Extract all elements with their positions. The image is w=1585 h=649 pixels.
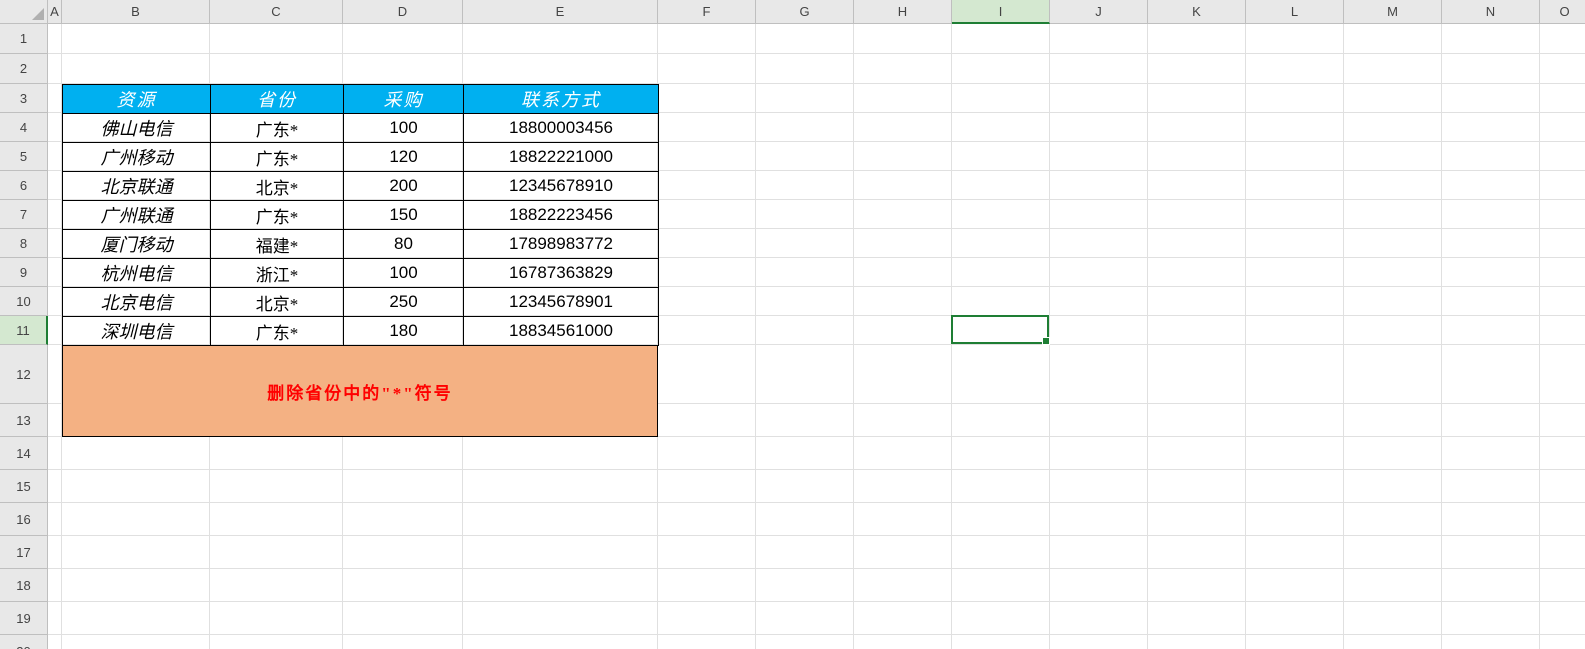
instruction-text: 删除省份中的"*"符号 [267, 379, 452, 404]
row-header-17[interactable]: 17 [0, 536, 48, 569]
table-header[interactable]: 采购 [344, 85, 464, 114]
table-row: 深圳电信广东*18018834561000 [63, 317, 659, 346]
grid-area[interactable]: 资源省份采购联系方式佛山电信广东*10018800003456广州移动广东*12… [48, 24, 1585, 649]
table-header[interactable]: 省份 [211, 85, 344, 114]
cell-qty[interactable]: 100 [344, 259, 464, 288]
cell-resource[interactable]: 北京联通 [63, 172, 211, 201]
cell-contact[interactable]: 12345678910 [464, 172, 659, 201]
table-header[interactable]: 联系方式 [464, 85, 659, 114]
cell-contact[interactable]: 17898983772 [464, 230, 659, 259]
row-header-14[interactable]: 14 [0, 437, 48, 470]
cell-resource[interactable]: 佛山电信 [63, 114, 211, 143]
cell-province[interactable]: 北京* [211, 172, 344, 201]
spreadsheet: ABCDEFGHIJKLMNO 123456789101112131415161… [0, 0, 1585, 649]
cell-contact[interactable]: 18822223456 [464, 201, 659, 230]
col-header-D[interactable]: D [343, 0, 463, 24]
col-header-A[interactable]: A [48, 0, 62, 24]
col-header-F[interactable]: F [658, 0, 756, 24]
row-header-4[interactable]: 4 [0, 113, 48, 142]
table-row: 杭州电信浙江*10016787363829 [63, 259, 659, 288]
cell-qty[interactable]: 150 [344, 201, 464, 230]
cell-qty[interactable]: 80 [344, 230, 464, 259]
cell-contact[interactable]: 12345678901 [464, 288, 659, 317]
data-table: 资源省份采购联系方式佛山电信广东*10018800003456广州移动广东*12… [62, 84, 659, 346]
row-header-20[interactable]: 20 [0, 635, 48, 649]
row-header-9[interactable]: 9 [0, 258, 48, 287]
col-header-L[interactable]: L [1246, 0, 1344, 24]
table-header[interactable]: 资源 [63, 85, 211, 114]
table-row: 厦门移动福建*8017898983772 [63, 230, 659, 259]
cell-province[interactable]: 浙江* [211, 259, 344, 288]
cell-contact[interactable]: 16787363829 [464, 259, 659, 288]
col-header-I[interactable]: I [952, 0, 1050, 24]
row-header-16[interactable]: 16 [0, 503, 48, 536]
cell-contact[interactable]: 18822221000 [464, 143, 659, 172]
col-header-E[interactable]: E [463, 0, 658, 24]
cell-contact[interactable]: 18800003456 [464, 114, 659, 143]
col-header-K[interactable]: K [1148, 0, 1246, 24]
row-header-15[interactable]: 15 [0, 470, 48, 503]
cell-province[interactable]: 广东* [211, 114, 344, 143]
col-header-J[interactable]: J [1050, 0, 1148, 24]
cell-resource[interactable]: 广州联通 [63, 201, 211, 230]
column-headers: ABCDEFGHIJKLMNO [48, 0, 1585, 24]
table-row: 北京电信北京*25012345678901 [63, 288, 659, 317]
cell-province[interactable]: 广东* [211, 201, 344, 230]
cell-province[interactable]: 广东* [211, 143, 344, 172]
cell-qty[interactable]: 180 [344, 317, 464, 346]
data-table-wrap: 资源省份采购联系方式佛山电信广东*10018800003456广州移动广东*12… [62, 84, 659, 346]
table-row: 北京联通北京*20012345678910 [63, 172, 659, 201]
cell-resource[interactable]: 杭州电信 [63, 259, 211, 288]
cell-province[interactable]: 福建* [211, 230, 344, 259]
cell-province[interactable]: 广东* [211, 317, 344, 346]
row-header-2[interactable]: 2 [0, 54, 48, 84]
cell-resource[interactable]: 厦门移动 [63, 230, 211, 259]
table-row: 佛山电信广东*10018800003456 [63, 114, 659, 143]
col-header-H[interactable]: H [854, 0, 952, 24]
cell-qty[interactable]: 200 [344, 172, 464, 201]
row-header-6[interactable]: 6 [0, 171, 48, 200]
col-header-O[interactable]: O [1540, 0, 1585, 24]
row-header-18[interactable]: 18 [0, 569, 48, 602]
cell-province[interactable]: 北京* [211, 288, 344, 317]
row-header-8[interactable]: 8 [0, 229, 48, 258]
row-header-3[interactable]: 3 [0, 84, 48, 113]
row-header-7[interactable]: 7 [0, 200, 48, 229]
instruction-note: 删除省份中的"*"符号 [62, 345, 658, 437]
table-row: 广州移动广东*12018822221000 [63, 143, 659, 172]
row-header-5[interactable]: 5 [0, 142, 48, 171]
cell-resource[interactable]: 深圳电信 [63, 317, 211, 346]
table-row: 广州联通广东*15018822223456 [63, 201, 659, 230]
cell-qty[interactable]: 250 [344, 288, 464, 317]
col-header-G[interactable]: G [756, 0, 854, 24]
row-headers: 1234567891011121314151617181920 [0, 24, 48, 649]
col-header-M[interactable]: M [1344, 0, 1442, 24]
cell-qty[interactable]: 120 [344, 143, 464, 172]
cell-resource[interactable]: 北京电信 [63, 288, 211, 317]
row-header-11[interactable]: 11 [0, 316, 48, 345]
col-header-N[interactable]: N [1442, 0, 1540, 24]
row-header-19[interactable]: 19 [0, 602, 48, 635]
cell-resource[interactable]: 广州移动 [63, 143, 211, 172]
select-all-corner[interactable] [0, 0, 48, 24]
cell-contact[interactable]: 18834561000 [464, 317, 659, 346]
row-header-1[interactable]: 1 [0, 24, 48, 54]
row-header-10[interactable]: 10 [0, 287, 48, 316]
cell-qty[interactable]: 100 [344, 114, 464, 143]
row-header-12[interactable]: 12 [0, 345, 48, 404]
col-header-B[interactable]: B [62, 0, 210, 24]
col-header-C[interactable]: C [210, 0, 343, 24]
row-header-13[interactable]: 13 [0, 404, 48, 437]
